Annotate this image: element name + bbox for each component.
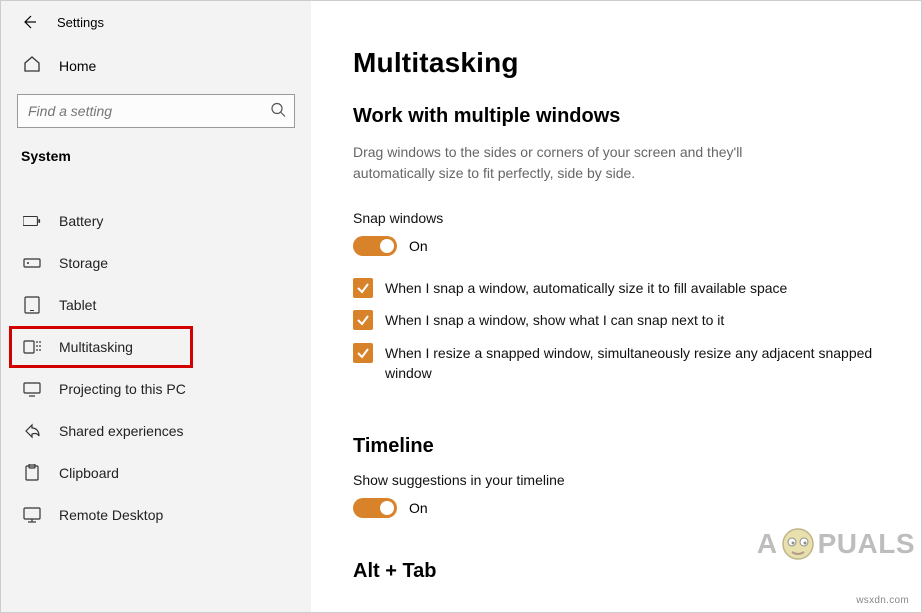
snap-windows-label: Snap windows xyxy=(353,210,879,226)
back-icon[interactable] xyxy=(21,14,37,30)
nav-label: Multitasking xyxy=(59,339,133,355)
storage-icon xyxy=(23,254,41,272)
checkbox-label: When I snap a window, automatically size… xyxy=(385,278,787,298)
checkbox-snap-resize[interactable] xyxy=(353,343,373,363)
timeline-sugg-toggle[interactable] xyxy=(353,498,397,518)
search-input[interactable] xyxy=(17,94,295,128)
nav-label: Storage xyxy=(59,255,108,271)
search-field[interactable] xyxy=(18,103,294,119)
nav-label: Shared experiences xyxy=(59,423,184,439)
sidebar-item-multitasking[interactable]: Multitasking xyxy=(1,326,311,368)
content: Multitasking Work with multiple windows … xyxy=(311,1,921,612)
watermark-pre: A xyxy=(757,528,778,560)
window-title: Settings xyxy=(57,15,104,30)
timeline-sugg-state: On xyxy=(409,500,428,516)
shared-icon xyxy=(23,422,41,440)
checkbox-label: When I snap a window, show what I can sn… xyxy=(385,310,724,330)
section-timeline-title: Timeline xyxy=(353,435,879,458)
clipboard-icon xyxy=(23,464,41,482)
battery-icon xyxy=(23,212,41,230)
sidebar-item-remote[interactable]: Remote Desktop xyxy=(1,494,311,536)
multitasking-icon xyxy=(23,338,41,356)
sidebar-item-storage[interactable]: Storage xyxy=(1,242,311,284)
checkbox-label: When I resize a snapped window, simultan… xyxy=(385,343,873,384)
group-label: System xyxy=(1,146,311,182)
nav: Battery Storage Tablet xyxy=(1,200,311,536)
nav-label: Tablet xyxy=(59,297,96,313)
snap-state: On xyxy=(409,238,428,254)
sidebar-item-shared[interactable]: Shared experiences xyxy=(1,410,311,452)
nav-label: Projecting to this PC xyxy=(59,381,186,397)
search-icon xyxy=(270,102,286,121)
sidebar-item-battery[interactable]: Battery xyxy=(1,200,311,242)
titlebar: Settings xyxy=(1,13,311,45)
settings-window: Settings Home System xyxy=(1,1,921,612)
sidebar: Settings Home System xyxy=(1,1,311,612)
snap-windows-toggle[interactable] xyxy=(353,236,397,256)
section-multiwin-desc: Drag windows to the sides or corners of … xyxy=(353,142,813,184)
section-multiwin-title: Work with multiple windows xyxy=(353,105,879,128)
projecting-icon xyxy=(23,380,41,398)
nav-label: Clipboard xyxy=(59,465,119,481)
section-alttab-title: Alt + Tab xyxy=(353,560,879,583)
sidebar-item-clipboard[interactable]: Clipboard xyxy=(1,452,311,494)
page-title: Multitasking xyxy=(353,47,879,79)
remote-icon xyxy=(23,506,41,524)
checkbox-snap-autosize[interactable] xyxy=(353,278,373,298)
watermark: A PUALS xyxy=(757,526,915,562)
sidebar-item-tablet[interactable]: Tablet xyxy=(1,284,311,326)
nav-label: Battery xyxy=(59,213,103,229)
checkbox-snap-suggest[interactable] xyxy=(353,310,373,330)
tablet-icon xyxy=(23,296,41,314)
timeline-sugg-label: Show suggestions in your timeline xyxy=(353,472,879,488)
home-label: Home xyxy=(59,58,96,74)
watermark-face-icon xyxy=(780,526,816,562)
watermark-url: wsxdn.com xyxy=(856,595,909,606)
watermark-post: PUALS xyxy=(818,528,915,560)
sidebar-home[interactable]: Home xyxy=(1,45,311,86)
home-icon xyxy=(23,55,41,76)
nav-label: Remote Desktop xyxy=(59,507,163,523)
sidebar-item-projecting[interactable]: Projecting to this PC xyxy=(1,368,311,410)
